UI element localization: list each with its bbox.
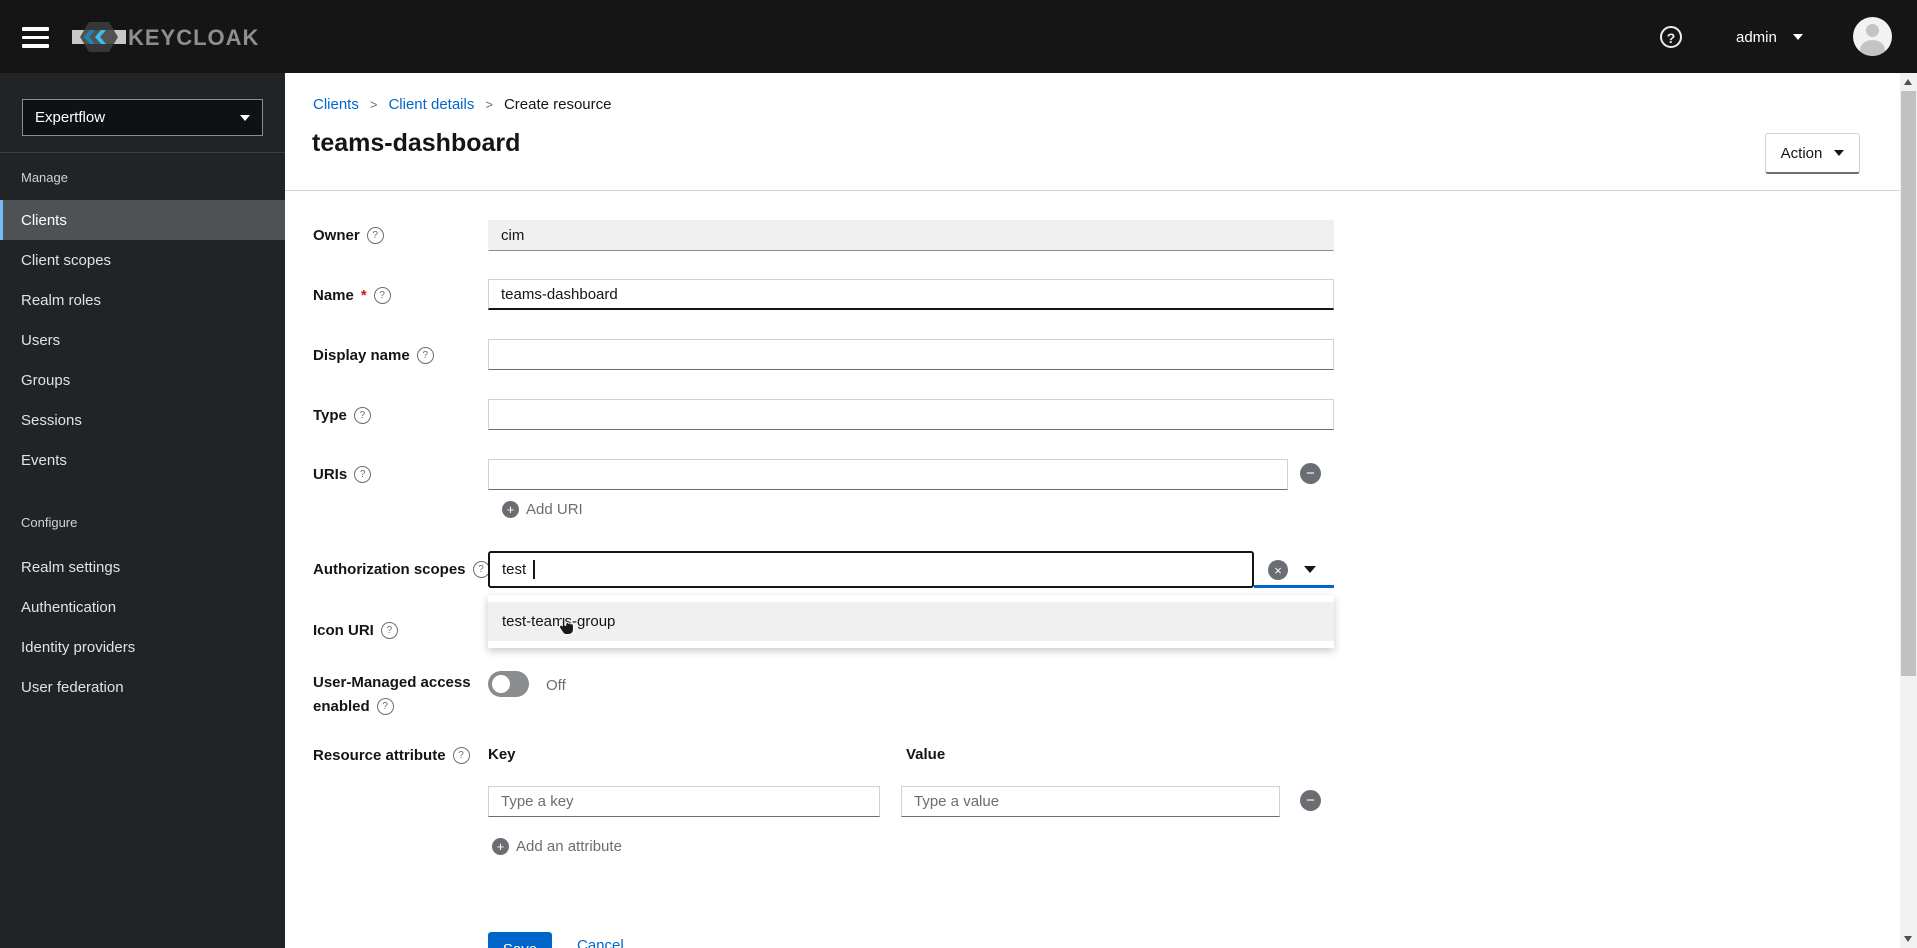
- display-name-field[interactable]: [488, 339, 1334, 370]
- type-field[interactable]: [488, 399, 1334, 430]
- top-masthead: KEYCLOAK ? admin: [0, 0, 1917, 73]
- display-name-label: Display name ?: [313, 347, 434, 364]
- help-question-icon[interactable]: ?: [366, 227, 384, 244]
- help-question-icon[interactable]: ?: [373, 287, 391, 304]
- user-menu[interactable]: admin: [1736, 27, 1803, 47]
- help-question-icon[interactable]: ?: [380, 622, 398, 639]
- toggle-knob: [492, 675, 510, 693]
- breadcrumb-clients[interactable]: Clients: [313, 96, 359, 113]
- help-question-icon[interactable]: ?: [416, 347, 434, 364]
- add-attribute-label: Add an attribute: [516, 838, 622, 855]
- plus-circle-icon: +: [502, 501, 519, 518]
- select-toggle-chevron-icon[interactable]: [1304, 566, 1316, 573]
- type-label: Type ?: [313, 407, 371, 424]
- mouse-pointer-cursor: [559, 616, 574, 635]
- keycloak-logo: KEYCLOAK: [72, 22, 259, 52]
- keycloak-admin-console: KEYCLOAK ? admin Expertflow Manage Clien…: [0, 0, 1917, 948]
- text-cursor: [533, 560, 535, 579]
- add-uri-label: Add URI: [526, 501, 583, 518]
- sidebar-item-authentication[interactable]: Authentication: [0, 587, 285, 627]
- sidebar-item-user-federation[interactable]: User federation: [0, 667, 285, 707]
- select-focus-underline: [1254, 585, 1334, 588]
- resource-attribute-label: Resource attribute ?: [313, 747, 470, 764]
- avatar[interactable]: [1853, 17, 1892, 56]
- hamburger-menu-icon[interactable]: [22, 27, 49, 48]
- sidebar-divider: [0, 152, 285, 153]
- section-divider: [285, 190, 1900, 191]
- username-label: admin: [1736, 28, 1777, 46]
- authorization-scopes-dropdown: test-teams-group: [488, 595, 1334, 648]
- action-button-label: Action: [1780, 144, 1823, 162]
- help-question-icon[interactable]: ?: [353, 407, 371, 424]
- add-uri-button[interactable]: + Add URI: [502, 501, 583, 518]
- attribute-value-input[interactable]: [901, 786, 1280, 817]
- vertical-scrollbar[interactable]: [1900, 73, 1917, 948]
- owner-field[interactable]: [488, 220, 1334, 251]
- chevron-down-icon: [1834, 150, 1845, 156]
- avatar-head: [1866, 24, 1879, 37]
- attribute-key-input[interactable]: [488, 786, 880, 817]
- icon-uri-label: Icon URI ?: [313, 622, 398, 639]
- name-label: Name * ?: [313, 287, 391, 304]
- nav-section-manage: Manage: [21, 170, 68, 185]
- page-title: teams-dashboard: [312, 129, 521, 157]
- sidebar-item-identity-providers[interactable]: Identity providers: [0, 627, 285, 667]
- breadcrumb: Clients > Client details > Create resour…: [313, 96, 612, 113]
- user-managed-access-label-line2: enabled ?: [313, 698, 394, 715]
- breadcrumb-separator-icon: >: [369, 97, 378, 112]
- authorization-scopes-input[interactable]: [488, 551, 1254, 588]
- add-attribute-button[interactable]: + Add an attribute: [492, 838, 622, 855]
- save-button[interactable]: Save: [488, 932, 552, 948]
- uris-label: URIs ?: [313, 466, 372, 483]
- sidebar-item-sessions[interactable]: Sessions: [0, 400, 285, 440]
- avatar-body: [1860, 40, 1885, 56]
- toggle-state-label: Off: [546, 677, 566, 694]
- value-column-header: Value: [906, 746, 946, 763]
- brand-text: KEYCLOAK: [128, 25, 259, 50]
- user-managed-access-label-line1: User-Managed access: [313, 674, 471, 691]
- key-column-header: Key: [488, 746, 516, 763]
- breadcrumb-create-resource: Create resource: [503, 96, 612, 113]
- sidebar-item-events[interactable]: Events: [0, 440, 285, 480]
- remove-uri-button[interactable]: −: [1300, 463, 1321, 484]
- help-question-icon[interactable]: ?: [452, 747, 470, 764]
- required-asterisk: *: [360, 287, 367, 304]
- uri-field[interactable]: [488, 459, 1288, 490]
- chevron-down-icon: [1792, 34, 1803, 40]
- cancel-link[interactable]: Cancel: [577, 937, 624, 948]
- scrollbar-down-arrow[interactable]: [1904, 936, 1912, 942]
- nav-section-configure: Configure: [21, 515, 78, 530]
- clear-input-icon[interactable]: ×: [1268, 560, 1288, 580]
- help-question-icon[interactable]: ?: [472, 561, 490, 578]
- breadcrumb-client-details[interactable]: Client details: [388, 96, 474, 113]
- help-question-icon[interactable]: ?: [376, 698, 394, 715]
- plus-circle-icon: +: [492, 838, 509, 855]
- user-managed-access-toggle[interactable]: [488, 671, 529, 697]
- scrollbar-thumb[interactable]: [1901, 91, 1916, 676]
- sidebar-nav: Expertflow Manage Clients Client scopes …: [0, 73, 285, 948]
- realm-selector-label: Expertflow: [35, 109, 106, 126]
- breadcrumb-separator-icon: >: [485, 97, 493, 112]
- chevron-down-icon: [240, 114, 250, 121]
- sidebar-item-client-scopes[interactable]: Client scopes: [0, 240, 285, 280]
- authorization-scopes-label: Authorization scopes ?: [313, 561, 490, 578]
- action-dropdown-button[interactable]: Action: [1765, 133, 1860, 174]
- remove-attribute-button[interactable]: −: [1300, 790, 1321, 811]
- name-field[interactable]: [488, 279, 1334, 310]
- scrollbar-up-arrow[interactable]: [1904, 79, 1912, 85]
- sidebar-item-realm-settings[interactable]: Realm settings: [0, 547, 285, 587]
- owner-label: Owner ?: [313, 227, 384, 244]
- sidebar-item-users[interactable]: Users: [0, 320, 285, 360]
- sidebar-item-clients[interactable]: Clients: [0, 200, 285, 240]
- sidebar-item-groups[interactable]: Groups: [0, 360, 285, 400]
- dropdown-option-test-teams-group[interactable]: test-teams-group: [488, 602, 1334, 641]
- sidebar-item-realm-roles[interactable]: Realm roles: [0, 280, 285, 320]
- help-icon[interactable]: ?: [1660, 26, 1682, 48]
- realm-selector[interactable]: Expertflow: [22, 99, 263, 136]
- help-question-icon[interactable]: ?: [354, 466, 372, 483]
